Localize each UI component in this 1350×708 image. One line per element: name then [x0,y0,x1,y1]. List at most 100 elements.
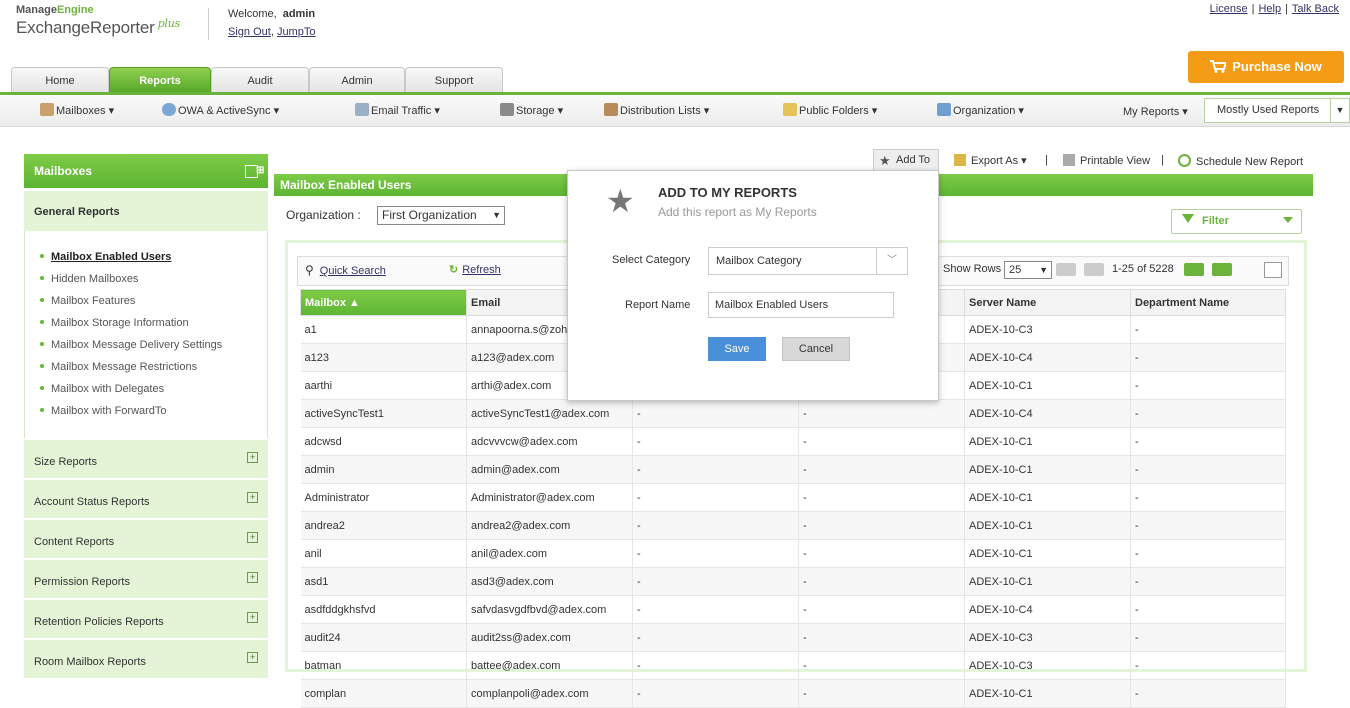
schedule-report-button[interactable]: Schedule New Report [1178,154,1303,168]
table-row[interactable]: andrea2 andrea2@adex.com - - ADEX-10-C1- [300,511,1286,540]
menu-email-traffic[interactable]: Email Traffic ▾ [355,103,440,117]
tab-audit[interactable]: Audit [211,67,309,92]
header-divider [208,8,209,40]
quick-search[interactable]: ⚲ Quick Search [305,263,386,277]
table-cell: ADEX-10-C1 [964,679,1131,708]
sidebar-item-message-delivery[interactable]: Mailbox Message Delivery Settings [40,339,222,351]
filter-button[interactable]: Filter [1171,209,1302,234]
category-select[interactable]: Mailbox Category ﹀ [708,247,908,275]
brand-manageengine: ManageEngine [16,4,94,16]
rows-per-page-select[interactable]: 25 ▼ [1004,261,1052,279]
table-cell: safvdasvgdfbvd@adex.com [466,595,633,624]
help-link[interactable]: Help [1258,3,1281,15]
tab-reports[interactable]: Reports [109,67,211,92]
sign-out-link[interactable]: Sign Out [228,26,271,38]
table-cell: - [798,539,965,568]
collapse-icon[interactable]: ⊞ [245,165,264,178]
dialog-title: ADD TO MY REPORTS [658,185,797,200]
expand-icon[interactable]: + [247,492,258,503]
table-cell: Administrator@adex.com [466,483,633,512]
chevron-down-icon: ﹀ [876,248,907,274]
table-row[interactable]: audit24 audit2ss@adex.com - - ADEX-10-C3- [300,623,1286,652]
menu-public-folders[interactable]: Public Folders ▾ [783,103,877,117]
menu-distribution-lists[interactable]: Distribution Lists ▾ [604,103,709,117]
sidebar-item-mailbox-enabled-users[interactable]: Mailbox Enabled Users [40,251,171,263]
email-traffic-icon [355,103,369,116]
purchase-now-button[interactable]: Purchase Now [1188,51,1344,83]
tab-support[interactable]: Support [405,67,503,92]
last-page-icon[interactable] [1212,263,1232,276]
tab-home[interactable]: Home [11,67,109,92]
cancel-button[interactable]: Cancel [782,337,850,361]
save-button[interactable]: Save [708,337,766,361]
table-row[interactable]: complan complanpoli@adex.com - - ADEX-10-C1- [300,679,1286,708]
organization-select[interactable]: First Organization ▼ [377,206,505,225]
table-row[interactable]: activeSyncTest1 activeSyncTest1@adex.com -… [300,399,1286,428]
table-cell: ADEX-10-C1 [964,483,1131,512]
table-row[interactable]: Administrator Administrator@adex.com - - ADE… [300,483,1286,512]
filter-icon [1182,214,1194,223]
table-row[interactable]: admin admin@adex.com - - ADEX-10-C1- [300,455,1286,484]
expand-icon[interactable]: + [247,452,258,463]
first-page-icon[interactable] [1056,263,1076,276]
table-cell: ADEX-10-C4 [964,595,1131,624]
menu-organization[interactable]: Organization ▾ [937,103,1024,117]
page-info: 1-25 of 5228 [1112,263,1174,275]
column-server-name[interactable]: Server Name [964,289,1131,316]
jump-to-link[interactable]: JumpTo [277,26,316,38]
menu-my-reports[interactable]: My Reports ▾ [1123,105,1188,118]
menu-owa-activesync[interactable]: OWA & ActiveSync ▾ [162,103,279,117]
table-cell: Administrator [300,483,467,512]
menu-storage[interactable]: Storage ▾ [500,103,563,117]
table-row[interactable]: anil anil@adex.com - - ADEX-10-C1- [300,539,1286,568]
edit-columns-icon[interactable] [1264,262,1282,278]
table-cell: - [632,623,799,652]
bullet-icon [40,298,44,302]
expand-icon[interactable]: + [247,652,258,663]
talk-back-link[interactable]: Talk Back [1292,3,1339,15]
tab-admin[interactable]: Admin [309,67,405,92]
next-page-icon[interactable] [1184,263,1204,276]
license-link[interactable]: License [1210,3,1248,15]
expand-icon[interactable]: + [247,612,258,623]
sidebar-category-account-status[interactable]: Account Status Reports + [24,478,268,518]
sidebar-category-permission[interactable]: Permission Reports + [24,558,268,598]
sidebar-category-retention[interactable]: Retention Policies Reports + [24,598,268,638]
table-row[interactable]: asd1 asd3@adex.com - - ADEX-10-C1- [300,567,1286,596]
sidebar-section-general[interactable]: General Reports [24,191,268,231]
sidebar-item-hidden-mailboxes[interactable]: Hidden Mailboxes [40,273,138,285]
refresh-button[interactable]: ↻ Refresh [449,263,501,276]
bullet-icon [40,386,44,390]
table-cell: - [632,567,799,596]
table-cell: - [1130,539,1286,568]
column-mailbox[interactable]: Mailbox ▲ [300,289,467,316]
table-cell: - [1130,399,1286,428]
sidebar-category-content[interactable]: Content Reports + [24,518,268,558]
mostly-used-reports-dropdown[interactable]: Mostly Used Reports ▼ [1204,98,1350,123]
printable-view-button[interactable]: Printable View [1063,154,1150,167]
table-cell: - [1130,483,1286,512]
sidebar-item-mailbox-storage[interactable]: Mailbox Storage Information [40,317,189,329]
bullet-icon [40,408,44,412]
sidebar-item-message-restrictions[interactable]: Mailbox Message Restrictions [40,361,197,373]
table-row[interactable]: adcwsd adcvvvcw@adex.com - - ADEX-10-C1- [300,427,1286,456]
table-cell: - [632,539,799,568]
prev-page-icon[interactable] [1084,263,1104,276]
expand-icon[interactable]: + [247,572,258,583]
expand-icon[interactable]: + [247,532,258,543]
sidebar-item-mailbox-features[interactable]: Mailbox Features [40,295,135,307]
print-icon [1063,154,1075,166]
sidebar-category-room-mailbox[interactable]: Room Mailbox Reports + [24,638,268,678]
sidebar-category-size[interactable]: Size Reports + [24,438,268,478]
table-row[interactable]: asdfddgkhsfvd safvdasvgdfbvd@adex.com - - AD… [300,595,1286,624]
export-as-button[interactable]: Export As ▾ [954,154,1027,167]
report-actions: ★ Add To Export As ▾ | Printable View | S… [274,146,1328,172]
report-name-label: Report Name [625,299,691,311]
menu-mailboxes[interactable]: Mailboxes ▾ [40,103,114,117]
sidebar-item-delegates[interactable]: Mailbox with Delegates [40,383,164,395]
chevron-down-icon: ▼ [1039,265,1048,275]
column-department-name[interactable]: Department Name [1130,289,1286,316]
sidebar-item-forwardto[interactable]: Mailbox with ForwardTo [40,405,167,417]
add-to-button[interactable]: ★ Add To [879,154,930,167]
report-name-input[interactable] [708,292,894,318]
